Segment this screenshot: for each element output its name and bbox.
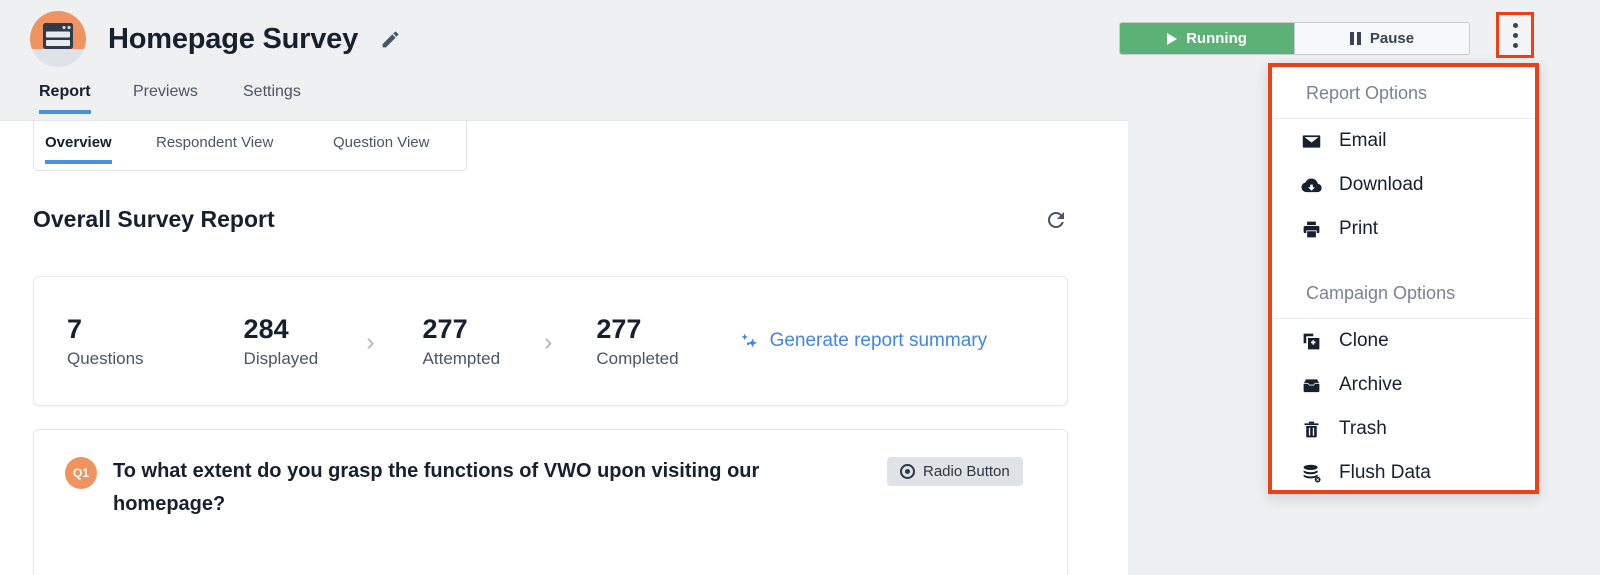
question-card: Q1 To what extent do you grasp the funct… [33,429,1068,575]
report-sub-tabs: Overview Respondent View Question View [33,121,467,171]
chevron-right-icon: › [544,327,553,356]
pause-icon [1349,32,1361,45]
section-title: Overall Survey Report [33,206,275,232]
radio-button-icon [900,464,915,479]
subtab-overview-label: Overview [45,134,112,151]
menu-item-flush-data[interactable]: Flush Data [1272,451,1535,495]
flush-data-icon [1300,462,1322,484]
flush-data-icon-svg [1303,464,1321,483]
printer-icon [1300,218,1322,240]
pause-label: Pause [1369,30,1415,47]
tab-previews[interactable]: Previews [133,83,198,113]
stat-attempted: 277 Attempted [423,313,501,370]
subtab-respondent-view-label: Respondent View [156,134,274,151]
printer-icon-svg [1303,221,1319,237]
running-button[interactable]: Running [1120,23,1294,54]
clone-icon [1300,330,1322,352]
generate-report-summary-button[interactable]: Generate report summary [739,330,988,352]
survey-stats-card: 7 Questions 284 Displayed › 277 Attempte… [33,276,1068,406]
brand-block: Homepage Survey [30,11,401,67]
menu-item-archive[interactable]: Archive [1272,363,1535,407]
question-number-badge: Q1 [65,457,97,489]
pencil-icon-svg [382,31,399,47]
page-title: Homepage Survey [108,22,359,55]
campaign-state-toggle[interactable]: Running Pause [1119,22,1470,55]
trash-icon-svg [1304,421,1318,437]
menu-group-report-options-label: Report Options [1272,67,1535,119]
menu-item-clone[interactable]: Clone [1272,319,1535,363]
question-text: To what extent do you grasp the function… [113,460,760,515]
section-header: Overall Survey Report [33,206,1068,233]
options-dropdown-inner: Report Options Email Download Print Camp… [1272,67,1535,490]
more-vertical-icon-dot [1512,22,1518,28]
play-icon [1167,32,1178,45]
subtab-overview[interactable]: Overview [45,134,112,164]
more-vertical-icon-dot [1512,32,1518,38]
subtab-respondent-view[interactable]: Respondent View [156,134,273,164]
stat-completed: 277 Completed [596,313,678,370]
report-content-panel: Overview Respondent View Question View O… [0,120,1128,575]
subtab-question-view[interactable]: Question View [333,134,429,164]
tab-settings[interactable]: Settings [243,83,301,113]
archive-icon-svg [1303,378,1319,392]
stat-displayed-value: 284 [243,313,289,344]
stat-questions: 7 Questions [67,313,144,370]
menu-item-print-label: Print [1339,218,1379,239]
refresh-icon-svg [1047,211,1064,228]
avatar [30,11,86,67]
refresh-icon[interactable] [1044,208,1068,232]
stat-completed-value: 277 [596,313,642,344]
options-dropdown-menu: Report Options Email Download Print Camp… [1268,63,1539,494]
trash-icon [1300,418,1322,440]
tab-report[interactable]: Report [39,83,91,114]
stat-completed-label: Completed [596,349,679,369]
menu-item-clone-label: Clone [1339,330,1389,351]
question-type-badge: Radio Button [887,457,1023,486]
stat-questions-value: 7 [67,313,83,344]
stat-attempted-label: Attempted [422,349,501,369]
app-root: Homepage Survey Running Pause Report Pre… [0,0,1600,575]
menu-item-email[interactable]: Email [1272,119,1535,163]
stat-questions-label: Questions [67,349,144,369]
email-icon-svg [1302,134,1320,148]
cloud-download-icon-svg [1300,177,1322,192]
question-type-label: Radio Button [923,463,1010,480]
stat-attempted-value: 277 [422,313,468,344]
email-icon [1300,130,1322,152]
menu-item-trash[interactable]: Trash [1272,407,1535,451]
chevron-right-icon: › [366,327,375,356]
generate-report-summary-label: Generate report summary [769,330,988,351]
running-label: Running [1186,30,1247,47]
sparkles-icon [740,333,757,347]
menu-item-archive-label: Archive [1339,374,1403,395]
archive-icon [1300,374,1322,396]
menu-item-trash-label: Trash [1339,418,1387,439]
tab-previews-label: Previews [133,83,198,100]
menu-item-email-label: Email [1339,130,1387,151]
tab-report-label: Report [39,83,91,100]
menu-item-download[interactable]: Download [1272,163,1535,207]
clone-icon-svg [1303,333,1319,349]
menu-item-print[interactable]: Print [1272,207,1535,251]
pencil-icon[interactable] [380,29,401,50]
tab-settings-label: Settings [243,83,301,100]
cloud-download-icon [1300,174,1322,196]
more-options-button[interactable] [1496,12,1534,58]
menu-group-campaign-options-label: Campaign Options [1272,251,1535,319]
menu-item-flush-data-label: Flush Data [1339,462,1431,483]
survey-form-icon [43,23,73,49]
stat-displayed-label: Displayed [243,349,319,369]
more-vertical-icon-dot [1512,42,1518,48]
subtab-question-view-label: Question View [333,134,430,151]
pause-button[interactable]: Pause [1294,23,1469,54]
stat-displayed: 284 Displayed [244,313,319,370]
menu-item-download-label: Download [1339,174,1424,195]
